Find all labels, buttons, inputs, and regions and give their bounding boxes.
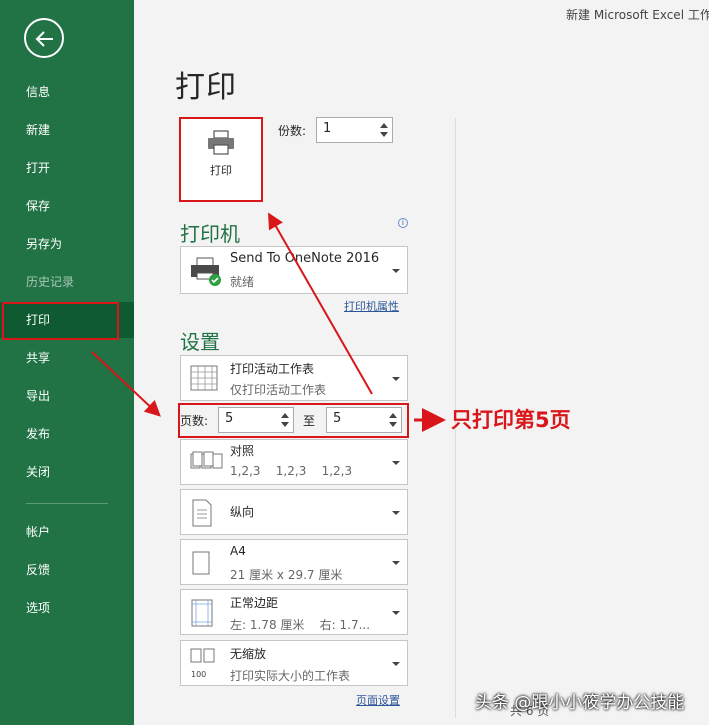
annotation-text: 只打印第5页 <box>451 408 571 432</box>
watermark: 头条 @跟小小筱学办公技能 <box>475 693 685 713</box>
annotation-arrows <box>91 212 446 432</box>
